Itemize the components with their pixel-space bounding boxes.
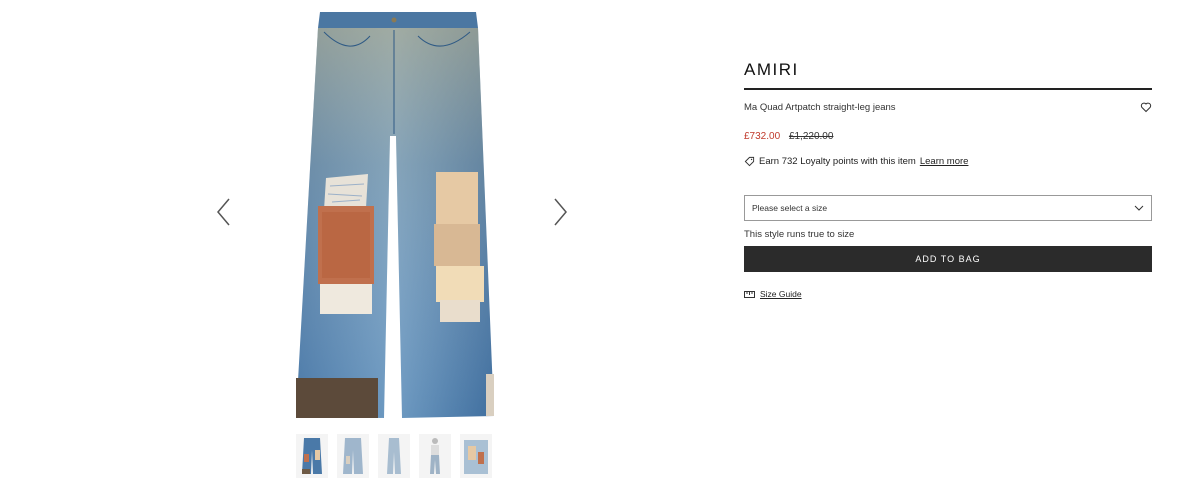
original-price: £1,220.00 xyxy=(788,131,834,142)
tag-icon xyxy=(744,156,755,167)
thumbnail-1[interactable] xyxy=(296,434,328,478)
sale-price: £732.00 xyxy=(744,131,781,142)
brand-name[interactable]: AMIRI xyxy=(744,60,1152,90)
add-to-bag-button[interactable]: ADD TO BAG xyxy=(744,246,1152,272)
product-image xyxy=(296,12,494,418)
chevron-down-icon xyxy=(1134,205,1144,211)
chevron-left-icon[interactable] xyxy=(212,196,236,228)
loyalty-info: Earn 732 Loyalty points with this item L… xyxy=(744,156,1152,167)
size-guide-label: Size Guide xyxy=(760,289,802,299)
product-name-row: Ma Quad Artpatch straight-leg jeans xyxy=(744,100,1152,114)
product-name: Ma Quad Artpatch straight-leg jeans xyxy=(744,101,896,113)
thumbnail-3[interactable] xyxy=(378,434,410,478)
size-guide-link[interactable]: Size Guide xyxy=(744,289,1152,299)
size-select-placeholder: Please select a size xyxy=(752,203,828,213)
learn-more-link[interactable]: Learn more xyxy=(920,156,969,167)
chevron-right-icon[interactable] xyxy=(548,196,572,228)
thumbnail-4[interactable] xyxy=(419,434,451,478)
thumbnail-2[interactable] xyxy=(337,434,369,478)
thumbnail-5[interactable] xyxy=(460,434,492,478)
product-gallery xyxy=(0,0,720,498)
ruler-icon xyxy=(744,290,755,298)
product-details: AMIRI Ma Quad Artpatch straight-leg jean… xyxy=(744,60,1152,299)
heart-icon[interactable] xyxy=(1140,101,1152,113)
thumbnail-strip xyxy=(296,434,492,478)
size-select[interactable]: Please select a size xyxy=(744,195,1152,221)
price-block: £732.00 £1,220.00 xyxy=(744,131,1152,142)
fit-note: This style runs true to size xyxy=(744,229,855,240)
loyalty-text: Earn 732 Loyalty points with this item xyxy=(759,156,916,167)
